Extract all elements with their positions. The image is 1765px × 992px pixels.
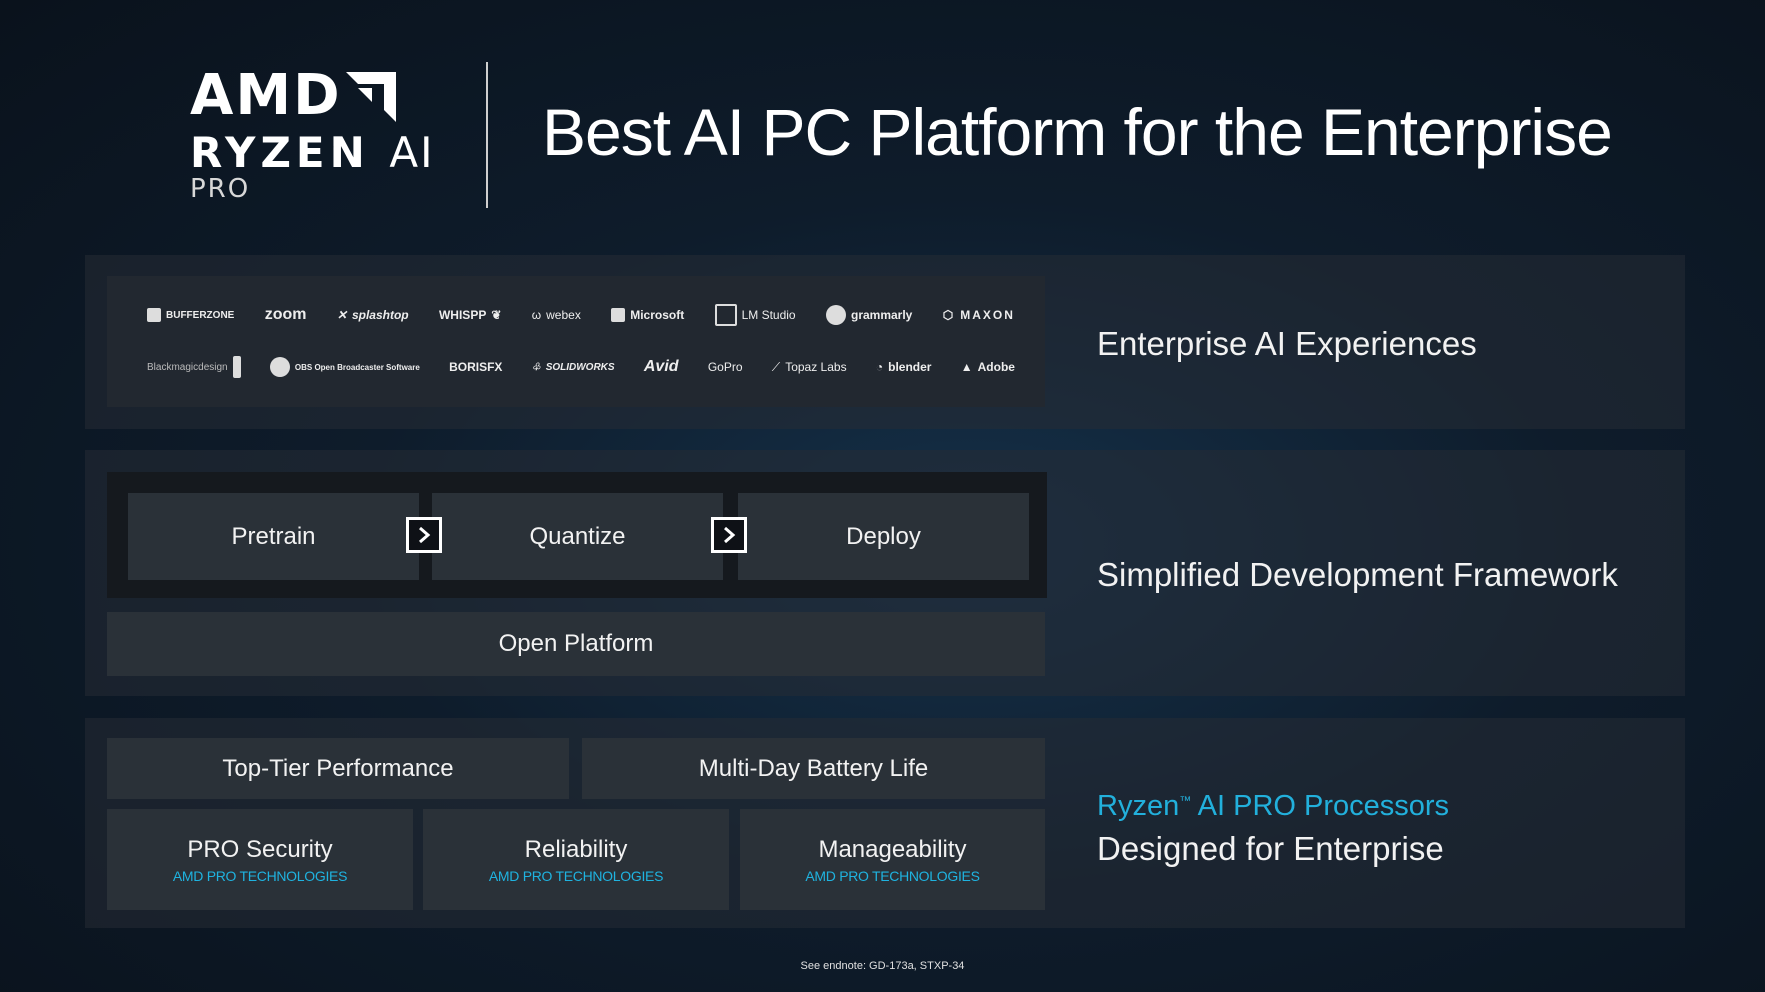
manageability-box: Manageability AMD PRO TECHNOLOGIES bbox=[740, 809, 1045, 910]
simplified-development-framework-label: Simplified Development Framework bbox=[1097, 556, 1618, 593]
partner-logo: ✕ splashtop bbox=[336, 308, 409, 322]
chevron-right-icon bbox=[711, 517, 747, 553]
top-tier-performance-label: Top-Tier Performance bbox=[222, 754, 454, 782]
partner-logo: Blackmagicdesign bbox=[147, 356, 241, 378]
reliability-sub: AMD PRO TECHNOLOGIES bbox=[488, 867, 664, 884]
partner-logo: GoPro bbox=[707, 360, 743, 374]
partner-logo: BUFFERZONE bbox=[147, 308, 234, 322]
enterprise-ai-experiences-label: Enterprise AI Experiences bbox=[1097, 325, 1477, 362]
chevron-right-icon bbox=[406, 517, 442, 553]
whispp-icon: ❦ bbox=[491, 308, 502, 322]
solidworks-icon: ♧ bbox=[531, 361, 541, 373]
pro-security-label: PRO Security bbox=[187, 835, 333, 863]
partner-logo: OBS Open Broadcaster Software bbox=[269, 357, 420, 377]
obs-icon bbox=[269, 357, 290, 377]
bufferzone-icon bbox=[147, 308, 161, 322]
adobe-icon: ▲ bbox=[960, 360, 973, 374]
page-title: Best AI PC Platform for the Enterprise bbox=[542, 95, 1613, 169]
multi-day-battery-box: Multi-Day Battery Life bbox=[582, 738, 1045, 799]
amd-logo-text: AMD bbox=[190, 63, 342, 128]
partner-logo: WHISPP ❦ bbox=[438, 308, 502, 322]
manageability-label: Manageability bbox=[818, 835, 967, 863]
partner-logo: Avid bbox=[643, 358, 679, 375]
partner-logo: zoom bbox=[264, 306, 307, 323]
open-platform-bar: Open Platform bbox=[107, 612, 1045, 676]
reliability-label: Reliability bbox=[524, 835, 628, 863]
partner-logos-panel: BUFFERZONE zoom ✕ splashtop WHISPP ❦ ω webe… bbox=[107, 276, 1045, 407]
amd-arrow-logo-icon bbox=[346, 72, 396, 122]
deploy-step: Deploy bbox=[738, 493, 1029, 580]
maxon-icon: ⬡ bbox=[942, 308, 956, 322]
multi-day-battery-label: Multi-Day Battery Life bbox=[698, 754, 929, 782]
pro-security-sub: AMD PRO TECHNOLOGIES bbox=[172, 867, 348, 884]
partner-logo: ◔ blender bbox=[875, 360, 932, 374]
endnote: See endnote: GD-173a, STXP-34 bbox=[800, 960, 965, 972]
lm-studio-icon bbox=[714, 304, 737, 326]
splashtop-icon: ✕ bbox=[336, 308, 347, 322]
partner-logo: ⟋ Topaz Labs bbox=[771, 359, 847, 375]
webex-icon: ω bbox=[531, 308, 542, 322]
pro-logo-text: PRO bbox=[190, 174, 251, 204]
partner-logos-row-2: Blackmagicdesign OBS Open Broadcaster So… bbox=[147, 356, 1015, 378]
partner-logos-row-1: BUFFERZONE zoom ✕ splashtop WHISPP ❦ ω webe… bbox=[147, 304, 1015, 326]
pro-security-box: PRO Security AMD PRO TECHNOLOGIES bbox=[107, 809, 413, 910]
ryzen-logo-text: RYZEN bbox=[190, 128, 370, 177]
partner-logo: ω webex bbox=[531, 308, 581, 322]
ryzen-ai-logo: RYZEN AI bbox=[190, 132, 435, 174]
grammarly-icon bbox=[825, 305, 846, 325]
topaz-icon: ⟋ bbox=[771, 359, 781, 374]
ai-logo-text: AI bbox=[389, 128, 435, 177]
top-tier-performance-box: Top-Tier Performance bbox=[107, 738, 569, 799]
partner-logo: ♧ SOLIDWORKS bbox=[531, 361, 615, 373]
partner-logo: grammarly bbox=[825, 305, 912, 325]
partner-logo: LM Studio bbox=[714, 304, 796, 326]
partner-logo: BORISFX bbox=[449, 360, 503, 374]
pretrain-step: Pretrain bbox=[128, 493, 419, 580]
manageability-sub: AMD PRO TECHNOLOGIES bbox=[805, 867, 980, 884]
ryzen-ai-pro-processors-label: Ryzen™ AI PRO Processors bbox=[1097, 790, 1450, 822]
blender-icon: ◔ bbox=[875, 360, 884, 374]
header-divider bbox=[486, 62, 488, 208]
partner-logo: ▲ Adobe bbox=[960, 360, 1015, 374]
designed-for-enterprise-label: Designed for Enterprise bbox=[1097, 830, 1444, 867]
reliability-box: Reliability AMD PRO TECHNOLOGIES bbox=[423, 809, 729, 910]
quantize-step: Quantize bbox=[432, 493, 723, 580]
blackmagic-icon bbox=[232, 356, 241, 378]
partner-logo: Microsoft bbox=[611, 308, 684, 322]
microsoft-icon bbox=[611, 308, 626, 322]
partner-logo: ⬡ MAXON bbox=[942, 308, 1015, 322]
